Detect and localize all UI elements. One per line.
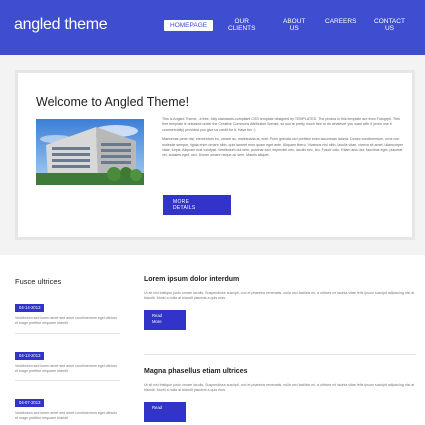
divider	[15, 380, 120, 381]
read-more-button[interactable]: Read More	[144, 310, 186, 330]
post-text[interactable]: Vestibulum sed lorem amet sed amet condi…	[15, 364, 120, 374]
article: Lorem ipsum dolor interdum Ut sit nisi t…	[144, 276, 416, 330]
site-header: angled theme HOMEPAGE OUR CLIENTS ABOUT …	[0, 0, 425, 55]
hero-panel: Welcome to Angled Theme! This is Angled …	[15, 70, 415, 240]
nav-about-us[interactable]: ABOUT US	[283, 18, 305, 32]
read-more-button[interactable]: Read	[144, 402, 186, 422]
date-badge: 04-14-2013	[15, 303, 45, 312]
hero-title: Welcome to Angled Theme!	[36, 95, 190, 109]
sidebar-post: 04-07-2013 Vestibulum sed lorem amet sed…	[15, 391, 120, 421]
nav-homepage[interactable]: HOMEPAGE	[164, 20, 214, 31]
sidebar-title: Fusce ultrices	[15, 277, 62, 286]
hero-paragraph-1: This is Angled Theme , a free, fully sta…	[162, 117, 400, 132]
post-text[interactable]: Vestibulum sed lorem amet sed amet condi…	[15, 316, 120, 326]
sidebar-post: 04-13-2013 Vestibulum sed lorem amet sed…	[15, 344, 120, 374]
article-title[interactable]: Lorem ipsum dolor interdum	[144, 276, 416, 283]
divider	[144, 354, 416, 355]
sidebar-post: 04-14-2013 Vestibulum sed lorem amet sed…	[15, 296, 120, 326]
building-image	[36, 119, 144, 185]
hero-paragraph-2: Maecenas pede nisl, elementum eu, ornare…	[162, 137, 404, 158]
main-nav: HOMEPAGE OUR CLIENTS ABOUT US CAREERS CO…	[0, 18, 425, 48]
hero-text: This is Angled Theme , a free, fully sta…	[162, 117, 404, 163]
article-text: Ut sit nisi tristique justo ornare iacul…	[144, 383, 415, 392]
article-text: Ut sit nisi tristique justo ornare iacul…	[144, 291, 415, 300]
nav-contact-us[interactable]: CONTACT US	[374, 18, 405, 32]
hero-building-photo	[36, 119, 144, 185]
more-details-button[interactable]: MORE DETAILS	[163, 195, 231, 215]
article: Magna phasellus etiam ultrices Ut sit ni…	[144, 368, 416, 422]
date-badge: 04-13-2013	[15, 351, 45, 360]
nav-careers[interactable]: CAREERS	[325, 18, 356, 25]
divider	[15, 333, 120, 334]
post-text[interactable]: Vestibulum sed lorem amet sed amet condi…	[15, 411, 120, 421]
date-badge: 04-07-2013	[15, 398, 45, 407]
nav-our-clients[interactable]: OUR CLIENTS	[228, 18, 255, 32]
article-title[interactable]: Magna phasellus etiam ultrices	[144, 368, 416, 375]
